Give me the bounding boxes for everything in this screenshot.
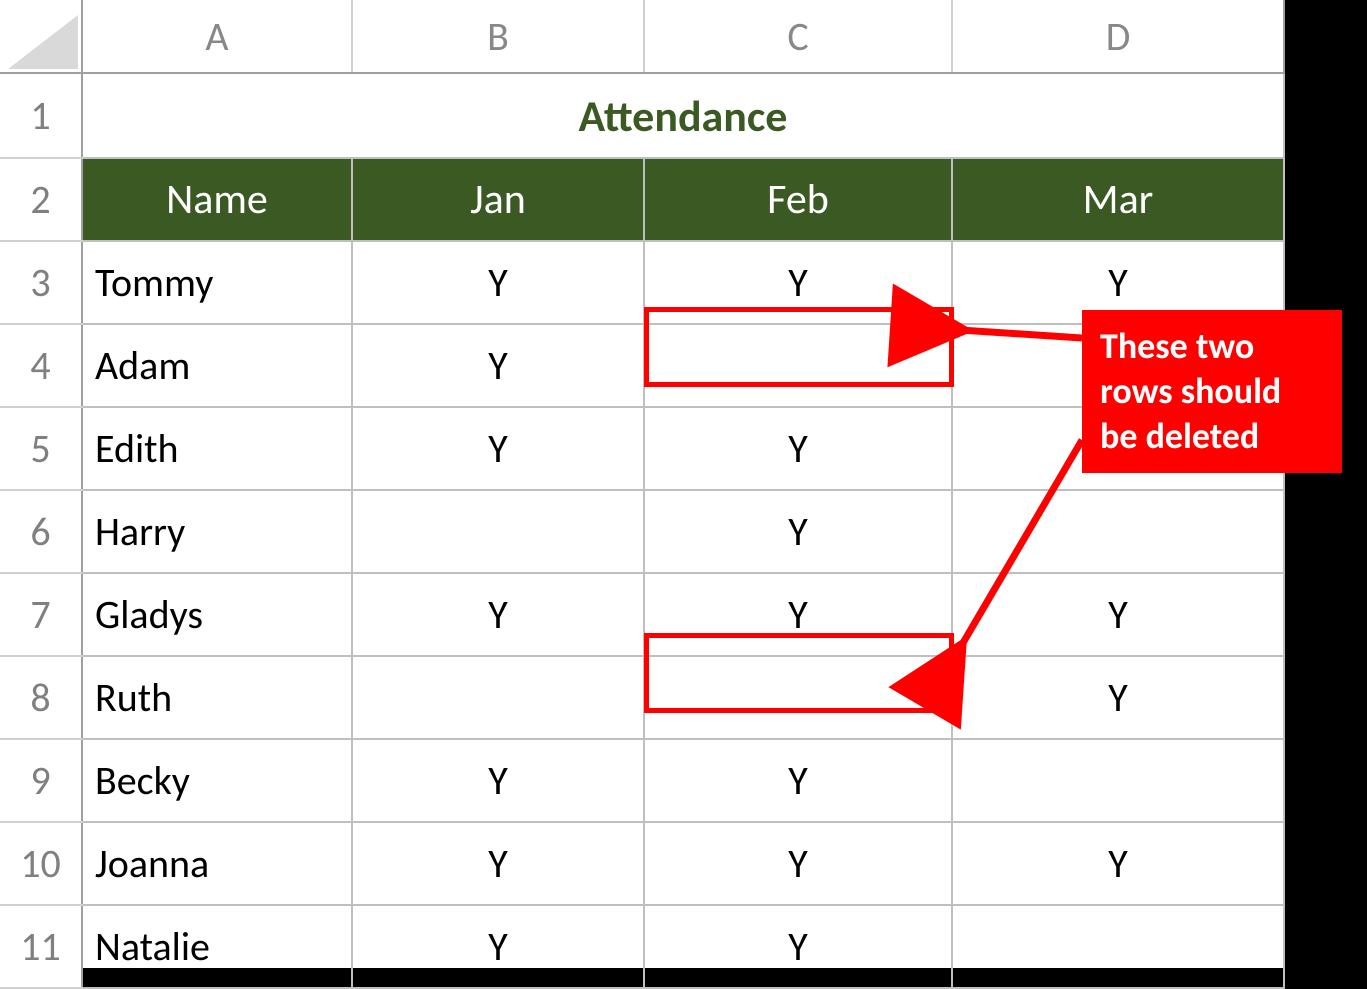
cell-c10[interactable]: Y [644, 822, 952, 905]
cell-b11[interactable]: Y [352, 905, 644, 988]
cell-b9[interactable]: Y [352, 739, 644, 822]
row-header-3[interactable]: 3 [0, 241, 82, 324]
column-header-row: A B C D [0, 0, 1284, 73]
cell-a5[interactable]: Edith [82, 407, 352, 490]
row-header-11[interactable]: 11 [0, 905, 82, 988]
row-header-2[interactable]: 2 [0, 158, 82, 241]
row-header-10[interactable]: 10 [0, 822, 82, 905]
cell-b4[interactable]: Y [352, 324, 644, 407]
column-header-a[interactable]: A [82, 0, 352, 73]
cell-c9[interactable]: Y [644, 739, 952, 822]
row-header-1[interactable]: 1 [0, 73, 82, 158]
header-mar[interactable]: Mar [952, 158, 1284, 241]
cell-a7[interactable]: Gladys [82, 573, 352, 656]
cell-a6[interactable]: Harry [82, 490, 352, 573]
cell-b10[interactable]: Y [352, 822, 644, 905]
cell-a11[interactable]: Natalie [82, 905, 352, 988]
cell-d6[interactable] [952, 490, 1284, 573]
header-jan[interactable]: Jan [352, 158, 644, 241]
row-header-7[interactable]: 7 [0, 573, 82, 656]
cell-c8[interactable] [644, 656, 952, 739]
column-header-d[interactable]: D [952, 0, 1284, 73]
cell-c3[interactable]: Y [644, 241, 952, 324]
cell-a9[interactable]: Becky [82, 739, 352, 822]
row-10: 10 Joanna Y Y Y [0, 822, 1284, 905]
row-11: 11 Natalie Y Y [0, 905, 1284, 988]
cell-b5[interactable]: Y [352, 407, 644, 490]
title-cell[interactable]: Attendance [82, 73, 1284, 158]
select-all-corner[interactable] [0, 0, 82, 73]
cell-c11[interactable]: Y [644, 905, 952, 988]
row-header-9[interactable]: 9 [0, 739, 82, 822]
row-header-8[interactable]: 8 [0, 656, 82, 739]
row-1: 1 Attendance [0, 73, 1284, 158]
row-7: 7 Gladys Y Y Y [0, 573, 1284, 656]
cell-b8[interactable] [352, 656, 644, 739]
cell-c7[interactable]: Y [644, 573, 952, 656]
cell-d11[interactable] [952, 905, 1284, 988]
cell-d9[interactable] [952, 739, 1284, 822]
cell-d8[interactable]: Y [952, 656, 1284, 739]
cell-b7[interactable]: Y [352, 573, 644, 656]
row-9: 9 Becky Y Y [0, 739, 1284, 822]
row-header-5[interactable]: 5 [0, 407, 82, 490]
column-header-b[interactable]: B [352, 0, 644, 73]
cell-d10[interactable]: Y [952, 822, 1284, 905]
row-2: 2 Name Jan Feb Mar [0, 158, 1284, 241]
cell-c4[interactable] [644, 324, 952, 407]
spreadsheet[interactable]: A B C D 1 Attendance 2 Name Jan Feb Mar … [0, 0, 1284, 968]
row-header-6[interactable]: 6 [0, 490, 82, 573]
grid-table: A B C D 1 Attendance 2 Name Jan Feb Mar … [0, 0, 1285, 989]
cell-b6[interactable] [352, 490, 644, 573]
cell-a3[interactable]: Tommy [82, 241, 352, 324]
cell-a10[interactable]: Joanna [82, 822, 352, 905]
callout-box: These two rows should be deleted [1082, 310, 1342, 473]
cell-c6[interactable]: Y [644, 490, 952, 573]
header-name[interactable]: Name [82, 158, 352, 241]
cell-b3[interactable]: Y [352, 241, 644, 324]
cell-d7[interactable]: Y [952, 573, 1284, 656]
row-8: 8 Ruth Y [0, 656, 1284, 739]
cell-a8[interactable]: Ruth [82, 656, 352, 739]
header-feb[interactable]: Feb [644, 158, 952, 241]
cell-a4[interactable]: Adam [82, 324, 352, 407]
cell-c5[interactable]: Y [644, 407, 952, 490]
row-header-4[interactable]: 4 [0, 324, 82, 407]
column-header-c[interactable]: C [644, 0, 952, 73]
row-6: 6 Harry Y [0, 490, 1284, 573]
